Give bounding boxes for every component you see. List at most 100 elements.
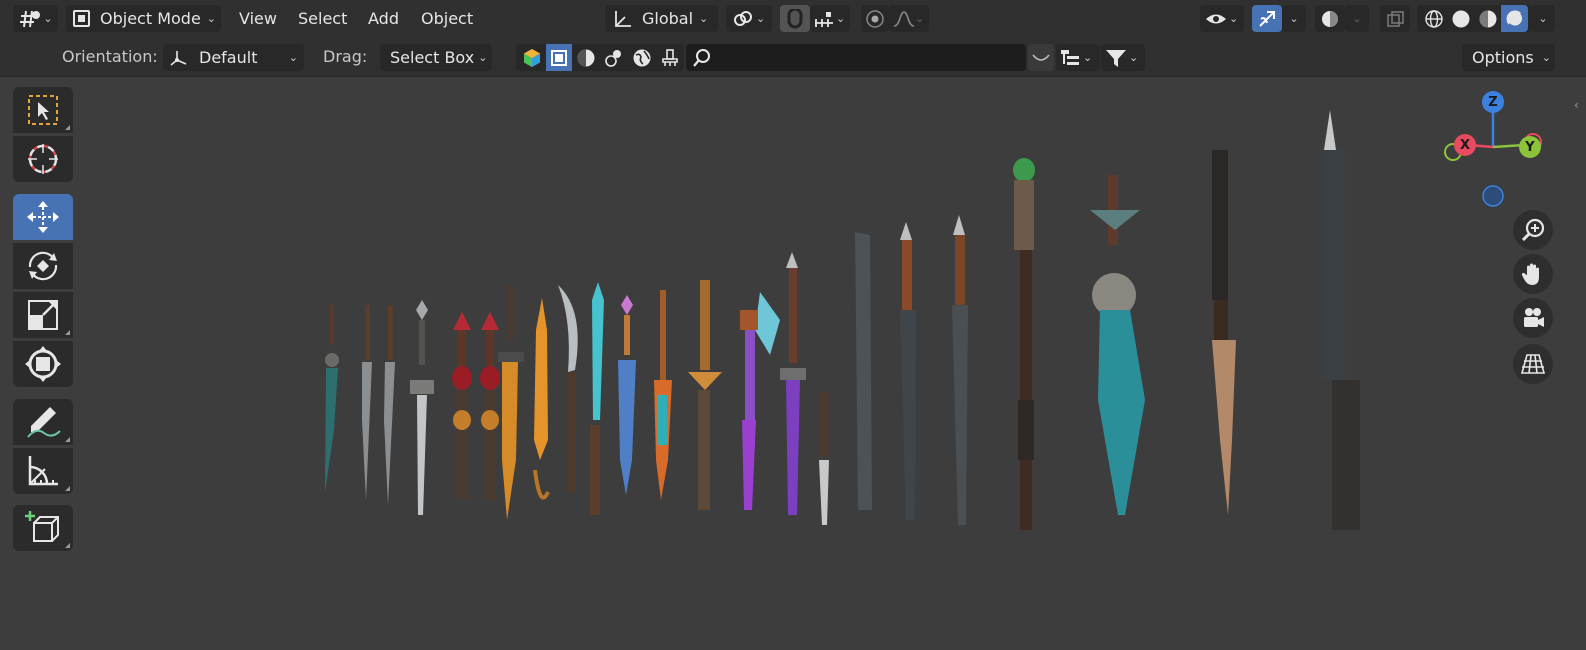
sidebar-toggle-icon[interactable]: ‹ [1574,98,1579,112]
menu-object[interactable]: Object [421,9,473,28]
pan-button[interactable] [1513,254,1553,294]
add-cube-tool[interactable] [13,505,73,551]
weapon-orange-blade [654,290,672,500]
options-dropdown[interactable]: Options ⌄ [1462,44,1555,71]
overlays-toggle[interactable] [1315,5,1345,32]
mesh-square-icon [551,49,567,66]
gizmo-dropdown[interactable]: ⌄ [1282,5,1306,32]
transform-orientation-dropdown[interactable]: Global ⌄ [605,5,718,32]
weapon-ice-dagger [618,295,636,495]
falloff-curve-icon [893,10,915,27]
overlays-dropdown[interactable]: ⌄ [1345,5,1369,32]
viewport-header: ⌄ Object Mode ⌄ View Select Add Object G… [0,0,1586,38]
object-type-filters [516,44,684,71]
weapon-long-sword-1 [900,222,916,520]
weapon-dagger-teal [325,305,339,492]
orientation-gizmo-icon [170,50,187,66]
gizmo-arrows-icon [1259,10,1275,27]
object-type-scene-button[interactable] [656,44,684,71]
cursor-tool[interactable] [13,136,73,182]
drag-dropdown[interactable]: Select Box ⌄ [380,44,492,71]
falloff-dropdown[interactable]: ⌄ [889,5,929,32]
orientation-label: Global [642,9,694,28]
zoom-in-icon [1521,218,1545,242]
blender-3d-viewport: ⌄ Object Mode ⌄ View Select Add Object G… [0,0,1586,650]
chevron-down-icon: ⌄ [206,12,217,25]
3d-cursor-icon [28,144,58,174]
scale-icon [28,300,58,330]
menu-select[interactable]: Select [298,9,347,28]
measure-tool[interactable] [13,448,73,494]
weapon-purple-sword [780,252,806,515]
object-type-light-button[interactable] [600,44,628,71]
proportional-edit-icon [866,9,884,28]
object-type-all-button[interactable] [518,44,546,71]
orientation-dropdown[interactable]: Default ⌄ [163,44,304,71]
perspective-toggle-button[interactable] [1513,344,1553,384]
filter-dropdown[interactable]: ⌄ [1101,44,1145,71]
gizmo-x-axis[interactable]: X [1454,134,1476,156]
rendered-shading-button[interactable] [1501,5,1528,32]
object-type-world-button[interactable] [628,44,656,71]
object-type-mesh-button[interactable] [546,44,572,71]
weapon-spear [1323,110,1360,530]
options-label: Options [1472,48,1534,67]
outliner-search-field[interactable] [686,44,1026,71]
gizmo-z-axis[interactable]: Z [1482,91,1504,113]
wireframe-shading-button[interactable] [1420,5,1447,32]
camera-icon [1524,308,1544,327]
curve-icon [1032,53,1050,61]
ruler-icon [28,456,58,486]
weapon-cyan-sword [590,282,604,515]
gizmo-toggle[interactable] [1252,5,1282,32]
navigation-gizmo[interactable]: Z X Y [1438,90,1548,210]
weapon-greatsword-teal [1090,175,1145,515]
move-tool[interactable] [13,194,73,240]
transform-tool[interactable] [13,341,73,387]
mode-dropdown[interactable]: Object Mode ⌄ [66,5,221,32]
zoom-button[interactable] [1513,210,1553,250]
menu-add[interactable]: Add [368,9,399,28]
weapon-sword-silver [410,300,434,515]
annotate-tool[interactable] [13,399,73,445]
snap-toggle[interactable] [780,5,810,32]
add-cube-icon [25,511,59,542]
transform-icon [25,346,61,382]
wireframe-sphere-icon [1424,9,1443,28]
editor-type-icon [20,10,41,27]
weapon-scimitar [558,285,578,492]
weapon-purple-axe [740,292,780,510]
weapon-dark-blade [855,232,872,510]
menu-view[interactable]: View [239,9,277,28]
gizmo-y-axis[interactable]: Y [1519,136,1541,158]
rotate-tool[interactable] [13,243,73,289]
shading-dropdown[interactable]: ⌄ [1531,5,1555,32]
proportional-edit-toggle[interactable] [861,5,889,32]
funnel-icon [1106,49,1126,67]
drag-field-label: Drag: [323,47,368,66]
solid-shading-button[interactable] [1447,5,1474,32]
select-box-tool[interactable] [13,87,73,133]
object-type-material-button[interactable] [572,44,600,71]
move-arrows-icon [27,201,59,233]
filter-curve-button[interactable] [1028,44,1054,71]
editor-type-button[interactable]: ⌄ [13,5,58,32]
visibility-dropdown[interactable]: ⌄ [1200,5,1244,32]
camera-view-button[interactable] [1513,298,1553,338]
drag-value: Select Box [390,48,475,67]
xray-toggle[interactable] [1380,5,1410,32]
eye-icon [1206,14,1226,23]
orientation-value: Default [199,48,258,67]
pivot-point-dropdown[interactable]: ⌄ [726,5,772,32]
weapon-bronze-long-staff [1212,150,1236,515]
material-shading-button[interactable] [1474,5,1501,32]
search-icon [693,49,710,67]
weapon-bronze-staff [688,280,722,510]
scale-tool[interactable] [13,292,73,338]
weapon-small-knife [819,392,829,525]
hierarchy-dropdown[interactable]: ⌄ [1056,44,1100,71]
snap-target-dropdown[interactable]: ⌄ [810,5,850,32]
rendered-sphere-icon [1506,10,1524,28]
light-icon [605,49,621,67]
orientation-field-label: Orientation: [62,47,158,66]
